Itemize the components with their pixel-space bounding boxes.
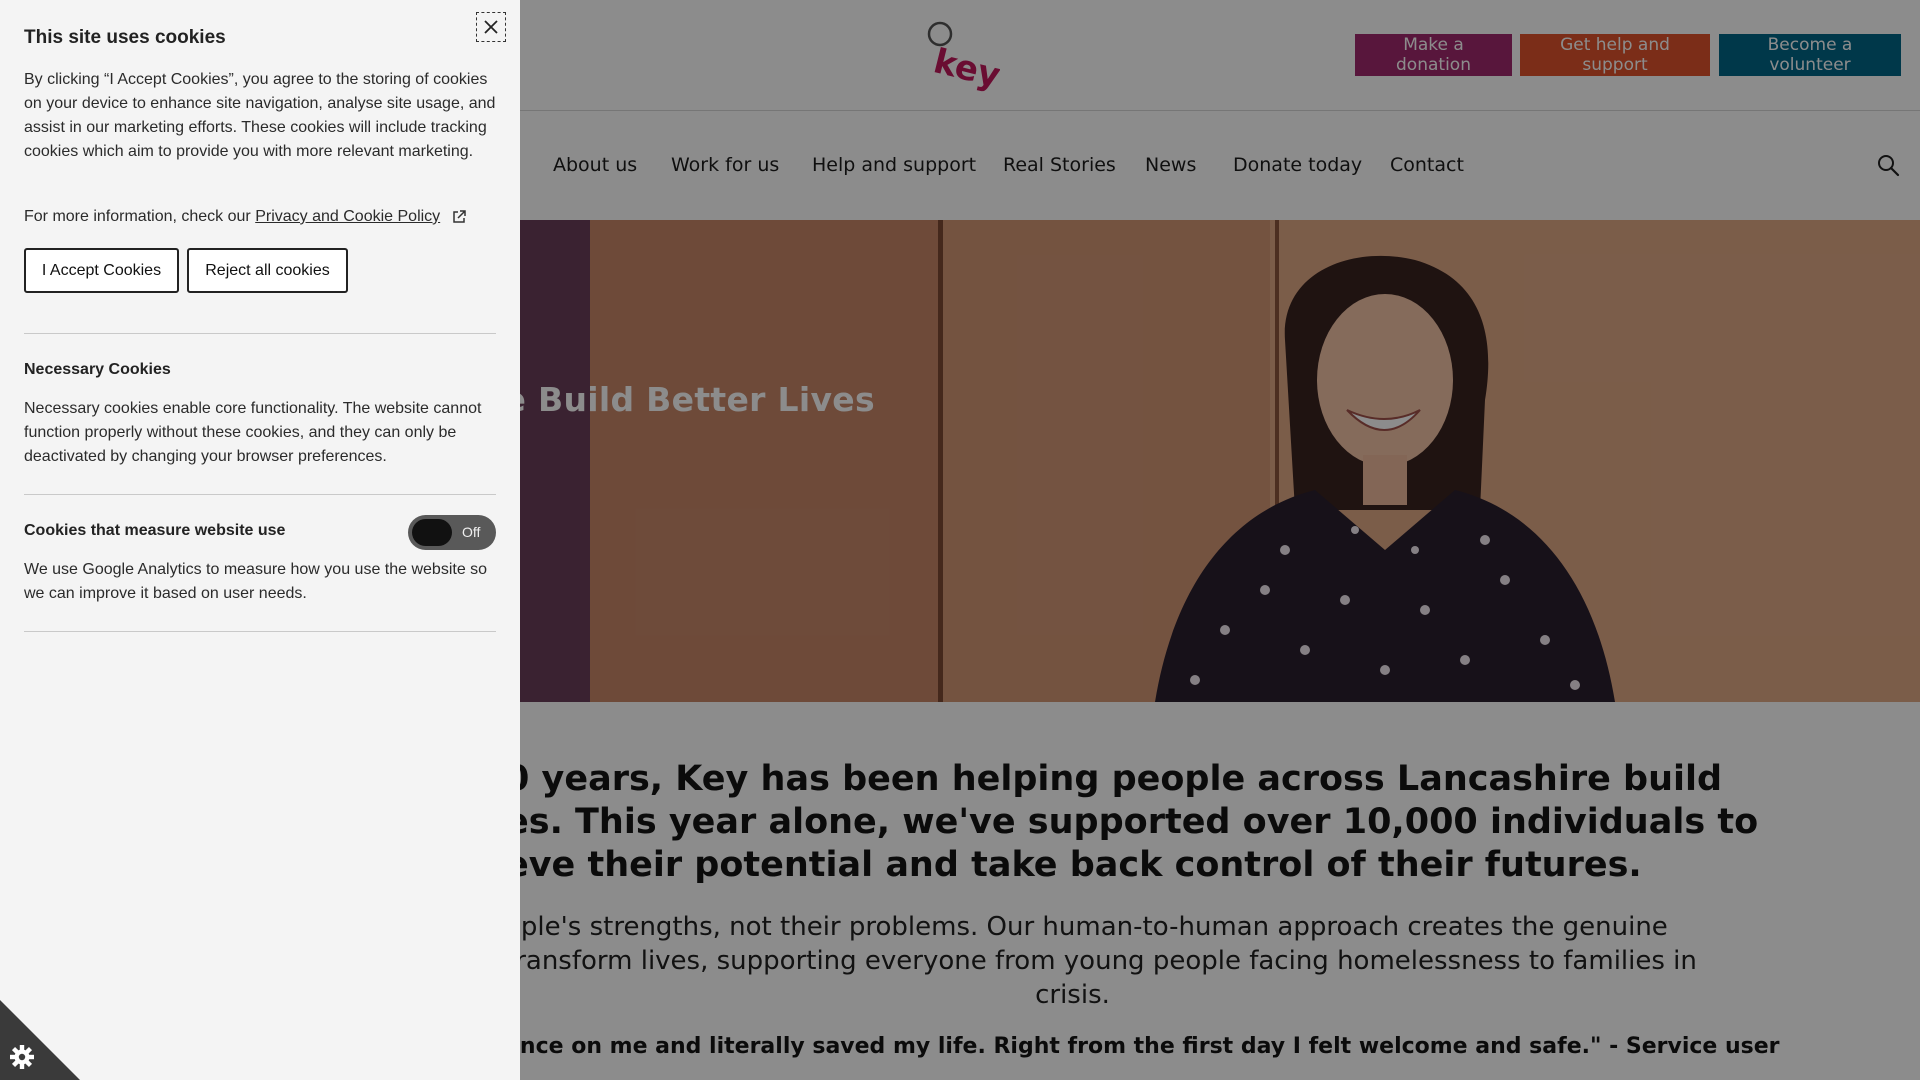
gear-icon	[10, 1045, 34, 1069]
analytics-cookies-toggle[interactable]: Off	[408, 515, 496, 550]
necessary-cookies-title: Necessary Cookies	[24, 361, 171, 378]
analytics-cookies-title: Cookies that measure website use	[24, 522, 286, 539]
analytics-cookies-text: We use Google Analytics to measure how y…	[24, 561, 488, 602]
reject-cookies-button[interactable]: Reject all cookies	[187, 248, 348, 293]
toggle-state-label: Off	[462, 524, 481, 540]
cookie-panel-title: This site uses cookies	[24, 27, 226, 48]
cookie-intro-text: By clicking “I Accept Cookies”, you agre…	[24, 71, 496, 160]
cookie-panel: This site uses cookies By clicking “I Ac…	[0, 0, 520, 1080]
close-button[interactable]	[476, 12, 506, 42]
toggle-knob	[412, 519, 452, 546]
external-link-icon	[452, 210, 466, 223]
cookie-more-info: For more information, check our Privacy …	[24, 206, 504, 228]
divider	[24, 494, 496, 495]
cookie-settings-button[interactable]	[0, 1000, 80, 1080]
necessary-cookies-text: Necessary cookies enable core functional…	[24, 400, 482, 465]
divider	[24, 631, 496, 632]
privacy-policy-link[interactable]: Privacy and Cookie Policy	[255, 208, 440, 225]
accept-cookies-button[interactable]: I Accept Cookies	[24, 248, 179, 293]
divider	[24, 333, 496, 334]
close-icon	[484, 20, 498, 34]
